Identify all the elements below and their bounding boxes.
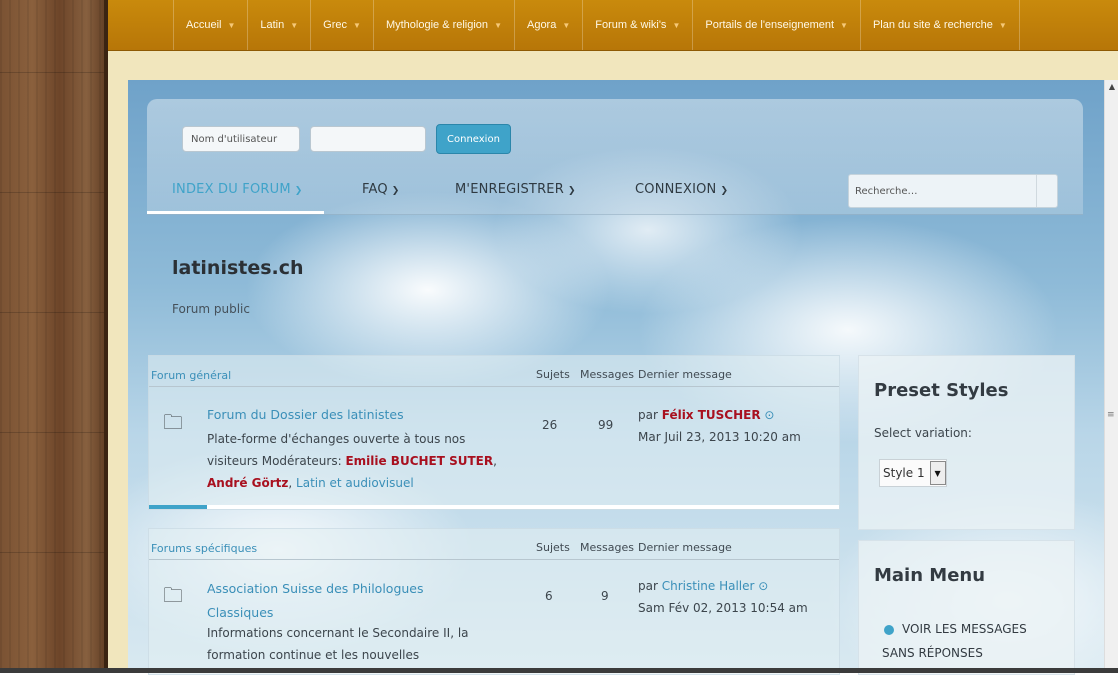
panel-title: Main Menu bbox=[874, 565, 986, 586]
moderator-group-link[interactable]: Latin et audiovisuel bbox=[296, 476, 414, 490]
topnav-accueil[interactable]: Accueil ▼ bbox=[173, 0, 249, 50]
category-header: Forums spécifiques Sujets Messages Derni… bbox=[149, 529, 839, 560]
nav-faq[interactable]: FAQ ❯ bbox=[362, 182, 400, 197]
style-select[interactable]: Style 1 ▼ bbox=[879, 459, 947, 487]
caret-down-icon: ▼ bbox=[672, 20, 681, 30]
scroll-grip-icon[interactable]: ≡ bbox=[1107, 410, 1115, 420]
category-forum-general: Forum général Sujets Messages Dernier me… bbox=[148, 355, 840, 510]
folder-icon: 🗀 bbox=[163, 583, 183, 607]
topic-count: 26 bbox=[542, 418, 558, 432]
chevron-down-icon: ❯ bbox=[391, 186, 400, 196]
caret-down-icon: ▼ bbox=[290, 20, 299, 30]
progress-accent bbox=[149, 505, 207, 509]
last-post-author[interactable]: Christine Haller bbox=[662, 579, 755, 593]
forum-title[interactable]: Association Suisse des Philologues Class… bbox=[207, 577, 424, 625]
chevron-down-icon: ❯ bbox=[294, 186, 303, 196]
row-divider bbox=[207, 505, 839, 509]
site-description: Forum public bbox=[172, 302, 250, 316]
caret-down-icon: ▼ bbox=[353, 20, 361, 30]
username-input[interactable]: Nom d'utilisateur bbox=[182, 126, 300, 152]
moderator-link[interactable]: Emilie BUCHET SUTER bbox=[345, 454, 493, 468]
column-topics: Sujets bbox=[536, 541, 570, 554]
post-count: 99 bbox=[598, 418, 614, 432]
column-topics: Sujets bbox=[536, 368, 570, 381]
caret-down-icon: ▼ bbox=[227, 20, 236, 30]
bullet-icon bbox=[884, 624, 894, 635]
chevron-down-icon: ❯ bbox=[720, 186, 729, 196]
nav-connexion[interactable]: CONNEXION ❯ bbox=[635, 182, 728, 197]
select-label: Select variation: bbox=[874, 426, 972, 440]
category-forums-specifiques: Forums spécifiques Sujets Messages Derni… bbox=[148, 528, 840, 675]
top-navigation: Accueil ▼ Latin ▼ Grec ▼ Mythologie & relig… bbox=[108, 0, 1118, 51]
column-last-post: Dernier message bbox=[638, 368, 732, 381]
category-header: Forum général Sujets Messages Dernier me… bbox=[149, 356, 839, 387]
login-form: Nom d'utilisateur Connexion bbox=[182, 124, 511, 154]
category-title[interactable]: Forums spécifiques bbox=[151, 542, 257, 555]
menu-item-unanswered[interactable]: VOIR LES MESSAGES SANS RÉPONSES bbox=[882, 617, 1027, 665]
search-divider bbox=[1036, 175, 1037, 207]
chevron-down-icon: ❯ bbox=[567, 186, 576, 196]
goto-post-icon[interactable]: ⊙ bbox=[764, 408, 774, 422]
preset-styles-panel: Preset Styles Select variation: Style 1 … bbox=[858, 355, 1075, 530]
category-title[interactable]: Forum général bbox=[151, 369, 231, 382]
nav-register[interactable]: M'ENREGISTRER ❯ bbox=[455, 182, 576, 197]
last-post-author[interactable]: Félix TUSCHER bbox=[662, 408, 761, 422]
folder-icon: 🗀 bbox=[163, 410, 183, 434]
topnav-forum-wikis[interactable]: Forum & wiki's ▼ bbox=[583, 0, 694, 50]
topnav-mythologie[interactable]: Mythologie & religion ▼ bbox=[374, 0, 515, 50]
last-post-date: Mar Juil 23, 2013 10:20 am bbox=[638, 430, 801, 444]
active-tab-indicator bbox=[147, 211, 324, 214]
topnav-grec[interactable]: Grec ▼ bbox=[311, 0, 374, 50]
panel-title: Preset Styles bbox=[874, 380, 1009, 401]
caret-down-icon: ▼ bbox=[998, 20, 1007, 30]
column-posts: Messages bbox=[580, 541, 634, 554]
forum-title[interactable]: Forum du Dossier des latinistes bbox=[207, 407, 404, 422]
window-bottom-edge bbox=[0, 668, 1118, 673]
vertical-scrollbar[interactable]: ▲ ≡ bbox=[1104, 80, 1118, 673]
caret-down-icon: ▼ bbox=[562, 20, 571, 30]
scroll-up-arrow-icon[interactable]: ▲ bbox=[1105, 80, 1118, 94]
last-post: par Félix TUSCHER ⊙ Mar Juil 23, 2013 10… bbox=[638, 404, 801, 448]
column-posts: Messages bbox=[580, 368, 634, 381]
column-last-post: Dernier message bbox=[638, 541, 732, 554]
forum-description: Informations concernant le Secondaire II… bbox=[207, 626, 469, 662]
topnav-plan-du-site[interactable]: Plan du site & recherche ▼ bbox=[861, 0, 1020, 50]
caret-down-icon: ▼ bbox=[840, 20, 848, 30]
login-button[interactable]: Connexion bbox=[436, 124, 511, 154]
main-menu-panel: Main Menu VOIR LES MESSAGES SANS RÉPONSE… bbox=[858, 540, 1075, 675]
caret-down-icon: ▼ bbox=[494, 20, 502, 30]
last-post-date: Sam Fév 02, 2013 10:54 am bbox=[638, 601, 808, 615]
dropdown-arrow-icon[interactable]: ▼ bbox=[929, 461, 946, 485]
topnav-portails[interactable]: Portails de l'enseignement ▼ bbox=[693, 0, 861, 50]
wood-background bbox=[0, 0, 108, 673]
password-input[interactable] bbox=[310, 126, 426, 152]
site-title: latinistes.ch bbox=[172, 257, 304, 279]
search-input[interactable]: Recherche… bbox=[848, 174, 1058, 208]
nav-index-du-forum[interactable]: INDEX DU FORUM ❯ bbox=[172, 182, 303, 197]
topnav-latin[interactable]: Latin ▼ bbox=[248, 0, 312, 50]
topnav-agora[interactable]: Agora ▼ bbox=[515, 0, 584, 50]
last-post: par Christine Haller ⊙ Sam Fév 02, 2013 … bbox=[638, 575, 808, 619]
topic-count: 6 bbox=[545, 589, 553, 603]
goto-post-icon[interactable]: ⊙ bbox=[758, 579, 768, 593]
post-count: 9 bbox=[601, 589, 609, 603]
moderator-link[interactable]: André Görtz bbox=[207, 476, 288, 490]
forum-description: Plate-forme d'échanges ouverte à tous no… bbox=[207, 432, 497, 490]
